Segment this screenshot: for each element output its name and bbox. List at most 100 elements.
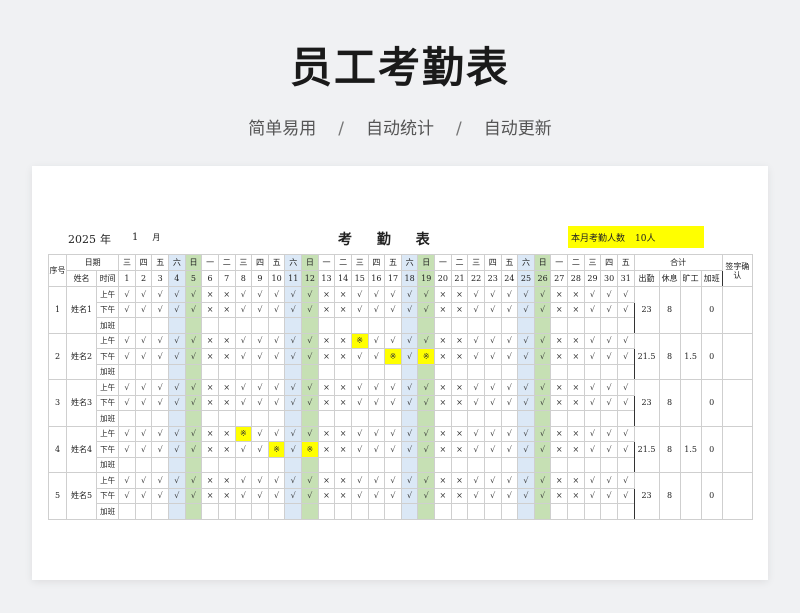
signature-cell[interactable] — [721, 332, 754, 380]
attendance-cell[interactable]: × — [567, 379, 585, 396]
attendance-cell[interactable]: × — [434, 394, 452, 411]
attendance-cell[interactable]: √ — [600, 425, 618, 442]
attendance-cell[interactable]: √ — [533, 332, 552, 349]
attendance-cell[interactable]: × — [450, 348, 469, 365]
attendance-cell[interactable]: ※ — [350, 332, 369, 349]
attendance-cell[interactable]: × — [434, 286, 452, 303]
attendance-cell[interactable]: √ — [467, 472, 485, 489]
attendance-cell[interactable]: √ — [168, 348, 186, 365]
attendance-cell[interactable]: √ — [616, 425, 635, 442]
attendance-cell[interactable]: √ — [384, 441, 402, 458]
attendance-cell[interactable]: √ — [500, 394, 519, 411]
attendance-cell[interactable]: √ — [284, 379, 303, 396]
attendance-cell[interactable]: √ — [517, 348, 535, 365]
attendance-cell[interactable]: × — [450, 487, 469, 504]
attendance-cell[interactable]: √ — [234, 286, 253, 303]
attendance-cell[interactable]: √ — [301, 301, 319, 318]
attendance-cell[interactable]: √ — [384, 379, 402, 396]
attendance-cell[interactable]: √ — [184, 487, 203, 504]
attendance-cell[interactable]: √ — [367, 394, 386, 411]
attendance-cell[interactable]: √ — [267, 394, 286, 411]
attendance-cell[interactable]: √ — [533, 394, 552, 411]
attendance-cell[interactable] — [533, 456, 552, 473]
attendance-cell[interactable]: × — [450, 301, 469, 318]
attendance-cell[interactable] — [384, 456, 402, 473]
attendance-cell[interactable]: √ — [184, 394, 203, 411]
attendance-cell[interactable] — [567, 410, 585, 427]
attendance-cell[interactable] — [550, 503, 569, 520]
attendance-cell[interactable]: √ — [400, 286, 419, 303]
attendance-cell[interactable]: √ — [417, 472, 436, 489]
attendance-cell[interactable] — [201, 503, 219, 520]
attendance-cell[interactable] — [483, 410, 502, 427]
employee-name[interactable]: 姓名4 — [66, 425, 98, 473]
attendance-cell[interactable]: √ — [151, 441, 170, 458]
attendance-cell[interactable]: √ — [350, 487, 369, 504]
attendance-cell[interactable]: × — [201, 286, 219, 303]
attendance-cell[interactable]: √ — [284, 286, 303, 303]
attendance-cell[interactable] — [467, 410, 485, 427]
attendance-cell[interactable]: × — [317, 394, 336, 411]
attendance-cell[interactable] — [400, 456, 419, 473]
attendance-cell[interactable]: √ — [533, 425, 552, 442]
attendance-cell[interactable] — [517, 410, 535, 427]
attendance-cell[interactable] — [600, 317, 618, 334]
attendance-cell[interactable]: × — [217, 394, 236, 411]
attendance-cell[interactable]: √ — [367, 379, 386, 396]
attendance-cell[interactable]: × — [201, 301, 219, 318]
attendance-cell[interactable]: √ — [616, 348, 635, 365]
attendance-cell[interactable] — [500, 363, 519, 380]
attendance-cell[interactable]: ※ — [384, 348, 402, 365]
attendance-cell[interactable]: × — [550, 332, 569, 349]
attendance-cell[interactable] — [434, 410, 452, 427]
attendance-cell[interactable]: √ — [400, 394, 419, 411]
attendance-cell[interactable]: × — [550, 348, 569, 365]
attendance-cell[interactable]: √ — [616, 301, 635, 318]
signature-cell[interactable] — [721, 425, 754, 473]
attendance-cell[interactable]: × — [201, 441, 219, 458]
attendance-cell[interactable]: √ — [367, 301, 386, 318]
attendance-cell[interactable]: √ — [500, 425, 519, 442]
attendance-cell[interactable]: √ — [367, 286, 386, 303]
attendance-cell[interactable] — [600, 410, 618, 427]
attendance-cell[interactable]: √ — [400, 379, 419, 396]
attendance-cell[interactable] — [350, 503, 369, 520]
attendance-cell[interactable] — [118, 363, 136, 380]
attendance-cell[interactable] — [118, 410, 136, 427]
attendance-cell[interactable]: × — [567, 348, 585, 365]
attendance-cell[interactable]: √ — [467, 441, 485, 458]
attendance-cell[interactable]: √ — [600, 379, 618, 396]
attendance-cell[interactable] — [533, 363, 552, 380]
employee-name[interactable]: 姓名1 — [66, 286, 98, 334]
attendance-cell[interactable]: × — [201, 348, 219, 365]
attendance-cell[interactable] — [350, 363, 369, 380]
attendance-cell[interactable]: √ — [384, 301, 402, 318]
attendance-cell[interactable]: √ — [234, 441, 253, 458]
attendance-cell[interactable] — [417, 456, 436, 473]
attendance-cell[interactable]: √ — [600, 472, 618, 489]
attendance-cell[interactable] — [517, 363, 535, 380]
attendance-cell[interactable]: √ — [350, 472, 369, 489]
attendance-cell[interactable] — [151, 503, 170, 520]
attendance-cell[interactable]: × — [567, 441, 585, 458]
attendance-cell[interactable]: √ — [483, 301, 502, 318]
attendance-cell[interactable]: √ — [384, 332, 402, 349]
attendance-cell[interactable] — [217, 363, 236, 380]
attendance-cell[interactable]: × — [567, 394, 585, 411]
attendance-cell[interactable]: √ — [251, 301, 269, 318]
attendance-cell[interactable]: × — [567, 487, 585, 504]
attendance-cell[interactable] — [118, 317, 136, 334]
attendance-cell[interactable]: √ — [400, 301, 419, 318]
attendance-cell[interactable]: √ — [600, 301, 618, 318]
attendance-cell[interactable]: √ — [118, 379, 136, 396]
attendance-cell[interactable]: √ — [151, 379, 170, 396]
attendance-cell[interactable] — [600, 456, 618, 473]
attendance-cell[interactable]: × — [317, 379, 336, 396]
attendance-cell[interactable] — [168, 410, 186, 427]
attendance-cell[interactable]: √ — [184, 348, 203, 365]
attendance-cell[interactable] — [301, 410, 319, 427]
attendance-cell[interactable] — [118, 456, 136, 473]
attendance-cell[interactable]: × — [434, 379, 452, 396]
attendance-cell[interactable]: √ — [151, 301, 170, 318]
attendance-cell[interactable]: √ — [500, 472, 519, 489]
